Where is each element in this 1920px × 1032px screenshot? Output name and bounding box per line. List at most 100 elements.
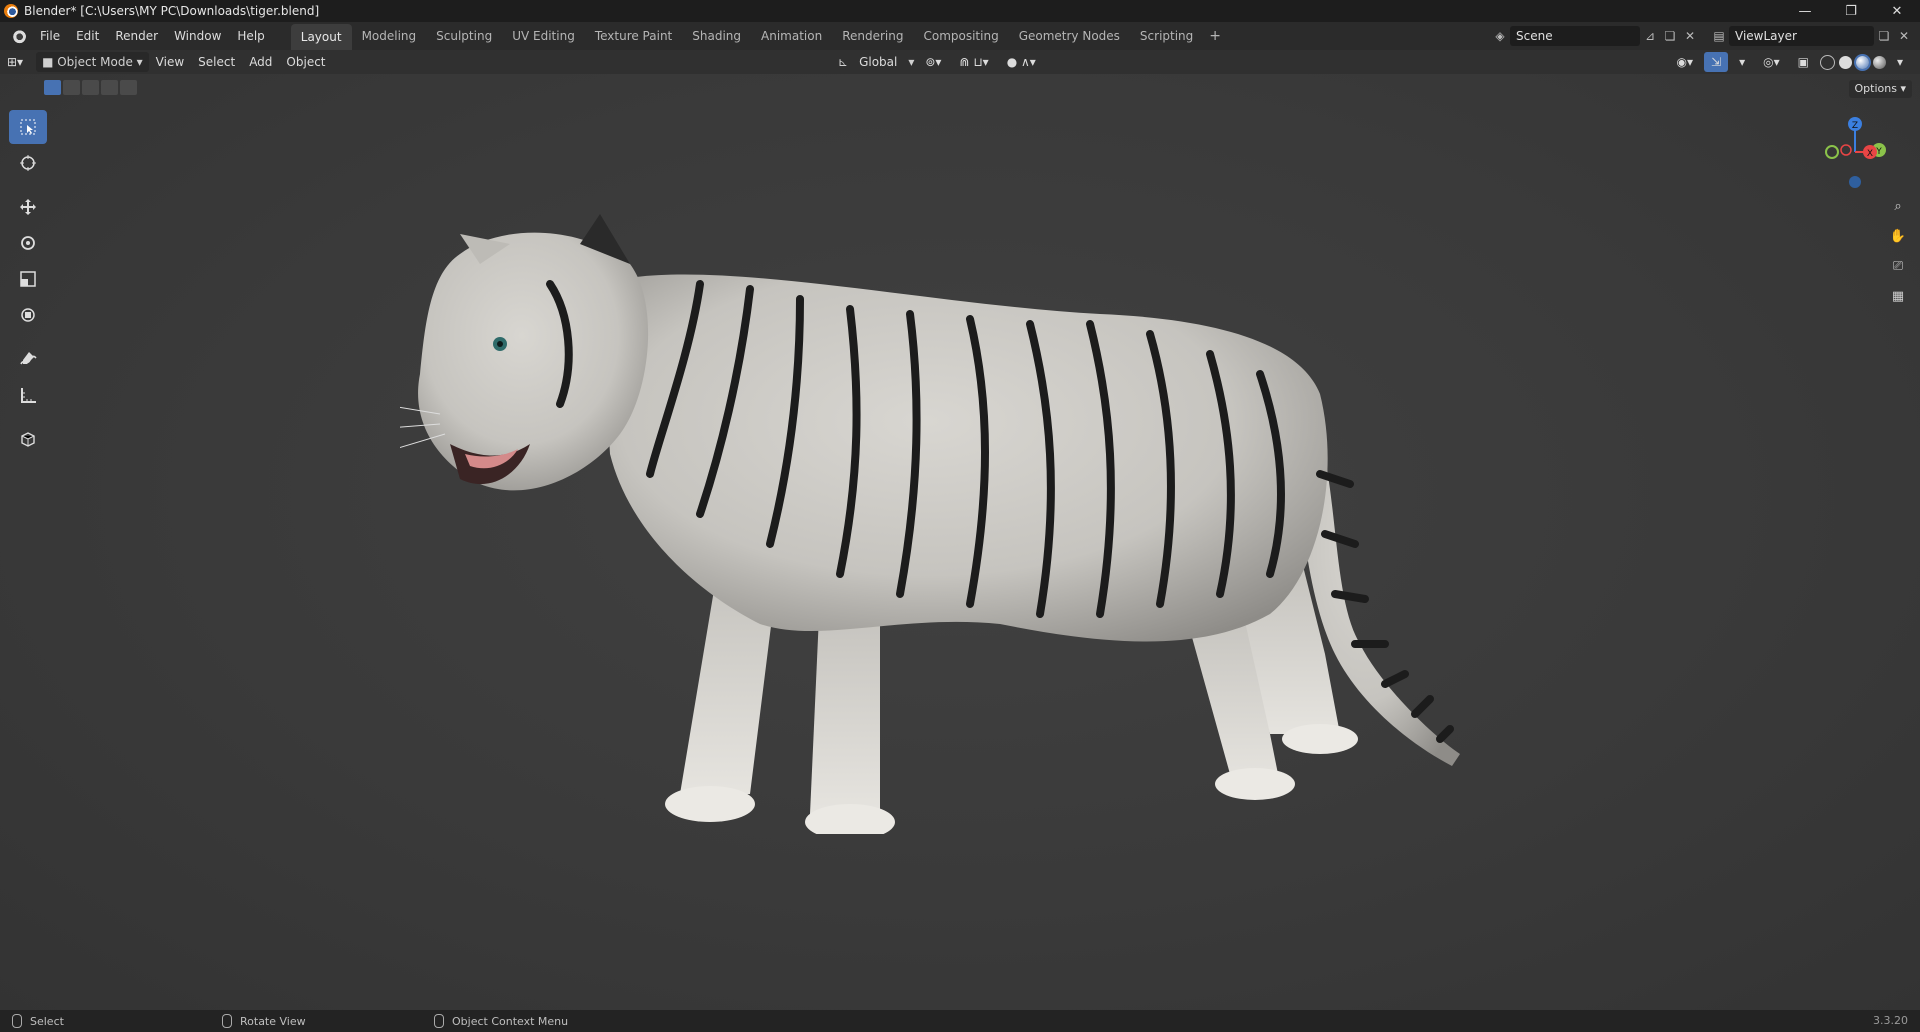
menu-render[interactable]: Render — [107, 26, 166, 46]
viewport-display-controls: ◉▾ ⇲ ▾ ◎▾ ▣ ▾ — [1670, 52, 1910, 72]
scene-name-field[interactable]: Scene — [1510, 26, 1640, 46]
navigation-buttons: ⌕ ✋ ⎚ ▦ — [1886, 194, 1910, 308]
tab-animation[interactable]: Animation — [751, 25, 832, 47]
measure-icon[interactable] — [9, 378, 47, 412]
rendered-shading-icon[interactable] — [1872, 55, 1886, 69]
zoom-icon[interactable]: ⌕ — [1886, 194, 1910, 218]
menu-object[interactable]: Object — [279, 52, 332, 72]
new-view-layer-icon[interactable]: ❏ — [1874, 26, 1894, 46]
status-select-label: Select — [30, 1014, 64, 1028]
menu-window[interactable]: Window — [166, 26, 229, 46]
tab-compositing[interactable]: Compositing — [913, 25, 1008, 47]
overlays-icon[interactable]: ◎▾ — [1756, 52, 1787, 72]
camera-view-icon[interactable]: ⎚ — [1886, 254, 1910, 278]
annotate-icon[interactable] — [9, 342, 47, 376]
minimize-button[interactable]: — — [1782, 0, 1828, 22]
window-controls: — ❐ ✕ — [1782, 0, 1920, 22]
middle-mouse-icon — [222, 1014, 232, 1028]
menu-edit[interactable]: Edit — [68, 26, 107, 46]
options-label: Options — [1854, 82, 1897, 95]
tab-geometry-nodes[interactable]: Geometry Nodes — [1009, 25, 1130, 47]
xray-icon[interactable]: ▣ — [1791, 52, 1816, 72]
navigation-gizmo[interactable]: Z Y X — [1820, 112, 1890, 192]
shading-options-icon[interactable]: ▾ — [1890, 52, 1910, 72]
scene-selector: ◈ Scene ⊿ ❏ ✕ — [1490, 25, 1700, 47]
proportional-edit-icon[interactable]: ● ∧▾ — [1000, 52, 1043, 72]
status-rotate-label: Rotate View — [240, 1014, 306, 1028]
scale-icon[interactable] — [9, 262, 47, 296]
close-button[interactable]: ✕ — [1874, 0, 1920, 22]
select-box-icon[interactable] — [9, 110, 47, 144]
wireframe-shading-icon[interactable] — [1819, 54, 1835, 70]
viewport-header: ⊞▾ ■ Object Mode ▾ View Select Add Objec… — [0, 50, 1920, 74]
pin-icon[interactable]: ⊿ — [1640, 26, 1660, 46]
menu-view[interactable]: View — [149, 52, 191, 72]
select-intersect-icon[interactable] — [120, 80, 137, 95]
menu-select[interactable]: Select — [191, 52, 242, 72]
status-bar: Select Rotate View Object Context Menu 3… — [0, 1010, 1920, 1032]
selection-mode-buttons — [44, 80, 137, 95]
tab-scripting[interactable]: Scripting — [1130, 25, 1203, 47]
snap-icon[interactable]: ⋒ ⊔▾ — [952, 52, 995, 72]
version-label: 3.3.20 — [1873, 1014, 1908, 1027]
gizmo-x-label: X — [1867, 149, 1873, 159]
title-bar: Blender* [C:\Users\MY PC\Downloads\tiger… — [0, 0, 1920, 22]
gizmo-toggle-icon[interactable]: ⇲ — [1704, 52, 1729, 72]
blender-logo-icon — [4, 4, 18, 18]
top-bar: File Edit Render Window Help Layout Mode… — [0, 22, 1920, 50]
status-context-label: Object Context Menu — [452, 1014, 569, 1028]
menu-help[interactable]: Help — [229, 26, 272, 46]
orientation-icon: ⊾ — [838, 55, 849, 69]
tab-shading[interactable]: Shading — [682, 25, 751, 47]
mode-label: Object Mode — [57, 55, 133, 69]
pan-hand-icon[interactable]: ✋ — [1886, 224, 1910, 248]
window-title: Blender* [C:\Users\MY PC\Downloads\tiger… — [24, 4, 320, 18]
chevron-down-icon[interactable]: ▾ — [1732, 52, 1752, 72]
solid-shading-icon[interactable] — [1838, 55, 1852, 69]
add-cube-icon[interactable] — [9, 422, 47, 456]
scene-icon[interactable]: ◈ — [1490, 26, 1510, 46]
select-subtract-icon[interactable] — [82, 80, 99, 95]
select-invert-icon[interactable] — [101, 80, 118, 95]
select-extend-icon[interactable] — [63, 80, 80, 95]
new-scene-icon[interactable]: ❏ — [1660, 26, 1680, 46]
gizmo-z-label: Z — [1852, 121, 1858, 131]
menu-add[interactable]: Add — [242, 52, 279, 72]
blender-menu-icon[interactable] — [10, 28, 26, 44]
options-dropdown[interactable]: Options ▾ — [1848, 80, 1912, 98]
tab-uv-editing[interactable]: UV Editing — [502, 25, 585, 47]
cursor-icon[interactable] — [9, 146, 47, 180]
mode-dropdown[interactable]: ■ Object Mode ▾ — [36, 52, 149, 72]
tool-shelf — [9, 110, 47, 456]
visibility-icon[interactable]: ◉▾ — [1670, 52, 1701, 72]
chevron-down-icon: ▾ — [908, 55, 915, 69]
tab-layout[interactable]: Layout — [290, 24, 352, 50]
select-new-icon[interactable] — [44, 80, 61, 95]
orientation-dropdown[interactable]: Global — [852, 52, 904, 72]
remove-view-layer-icon[interactable]: ✕ — [1894, 26, 1914, 46]
status-select: Select — [12, 1014, 64, 1028]
status-context: Object Context Menu — [434, 1014, 568, 1028]
object-mode-icon: ■ — [42, 55, 58, 69]
transform-icon[interactable] — [9, 298, 47, 332]
tab-sculpting[interactable]: Sculpting — [426, 25, 502, 47]
restore-button[interactable]: ❐ — [1828, 0, 1874, 22]
rotate-icon[interactable] — [9, 226, 47, 260]
tab-modeling[interactable]: Modeling — [352, 25, 427, 47]
move-icon[interactable] — [9, 190, 47, 224]
editor-type-icon[interactable]: ⊞▾ — [0, 52, 30, 72]
perspective-toggle-icon[interactable]: ▦ — [1886, 284, 1910, 308]
material-shading-icon[interactable] — [1855, 55, 1869, 69]
status-rotate: Rotate View — [222, 1014, 306, 1028]
view-layer-icon[interactable]: ▤ — [1709, 26, 1729, 46]
tab-rendering[interactable]: Rendering — [832, 25, 913, 47]
menu-file[interactable]: File — [32, 26, 68, 46]
pivot-icon[interactable]: ⊚▾ — [918, 52, 948, 72]
view-layer-name-field[interactable]: ViewLayer — [1729, 26, 1874, 46]
3d-viewport[interactable]: Options ▾ Z Y X ⌕ ✋ ⎚ ▦ — [0, 74, 1920, 1010]
tab-texture-paint[interactable]: Texture Paint — [585, 25, 682, 47]
remove-scene-icon[interactable]: ✕ — [1680, 26, 1700, 46]
add-workspace-button[interactable]: + — [1203, 28, 1227, 44]
tiger-model[interactable] — [400, 174, 1480, 834]
workspace-tabs: Layout Modeling Sculpting UV Editing Tex… — [290, 22, 1227, 50]
